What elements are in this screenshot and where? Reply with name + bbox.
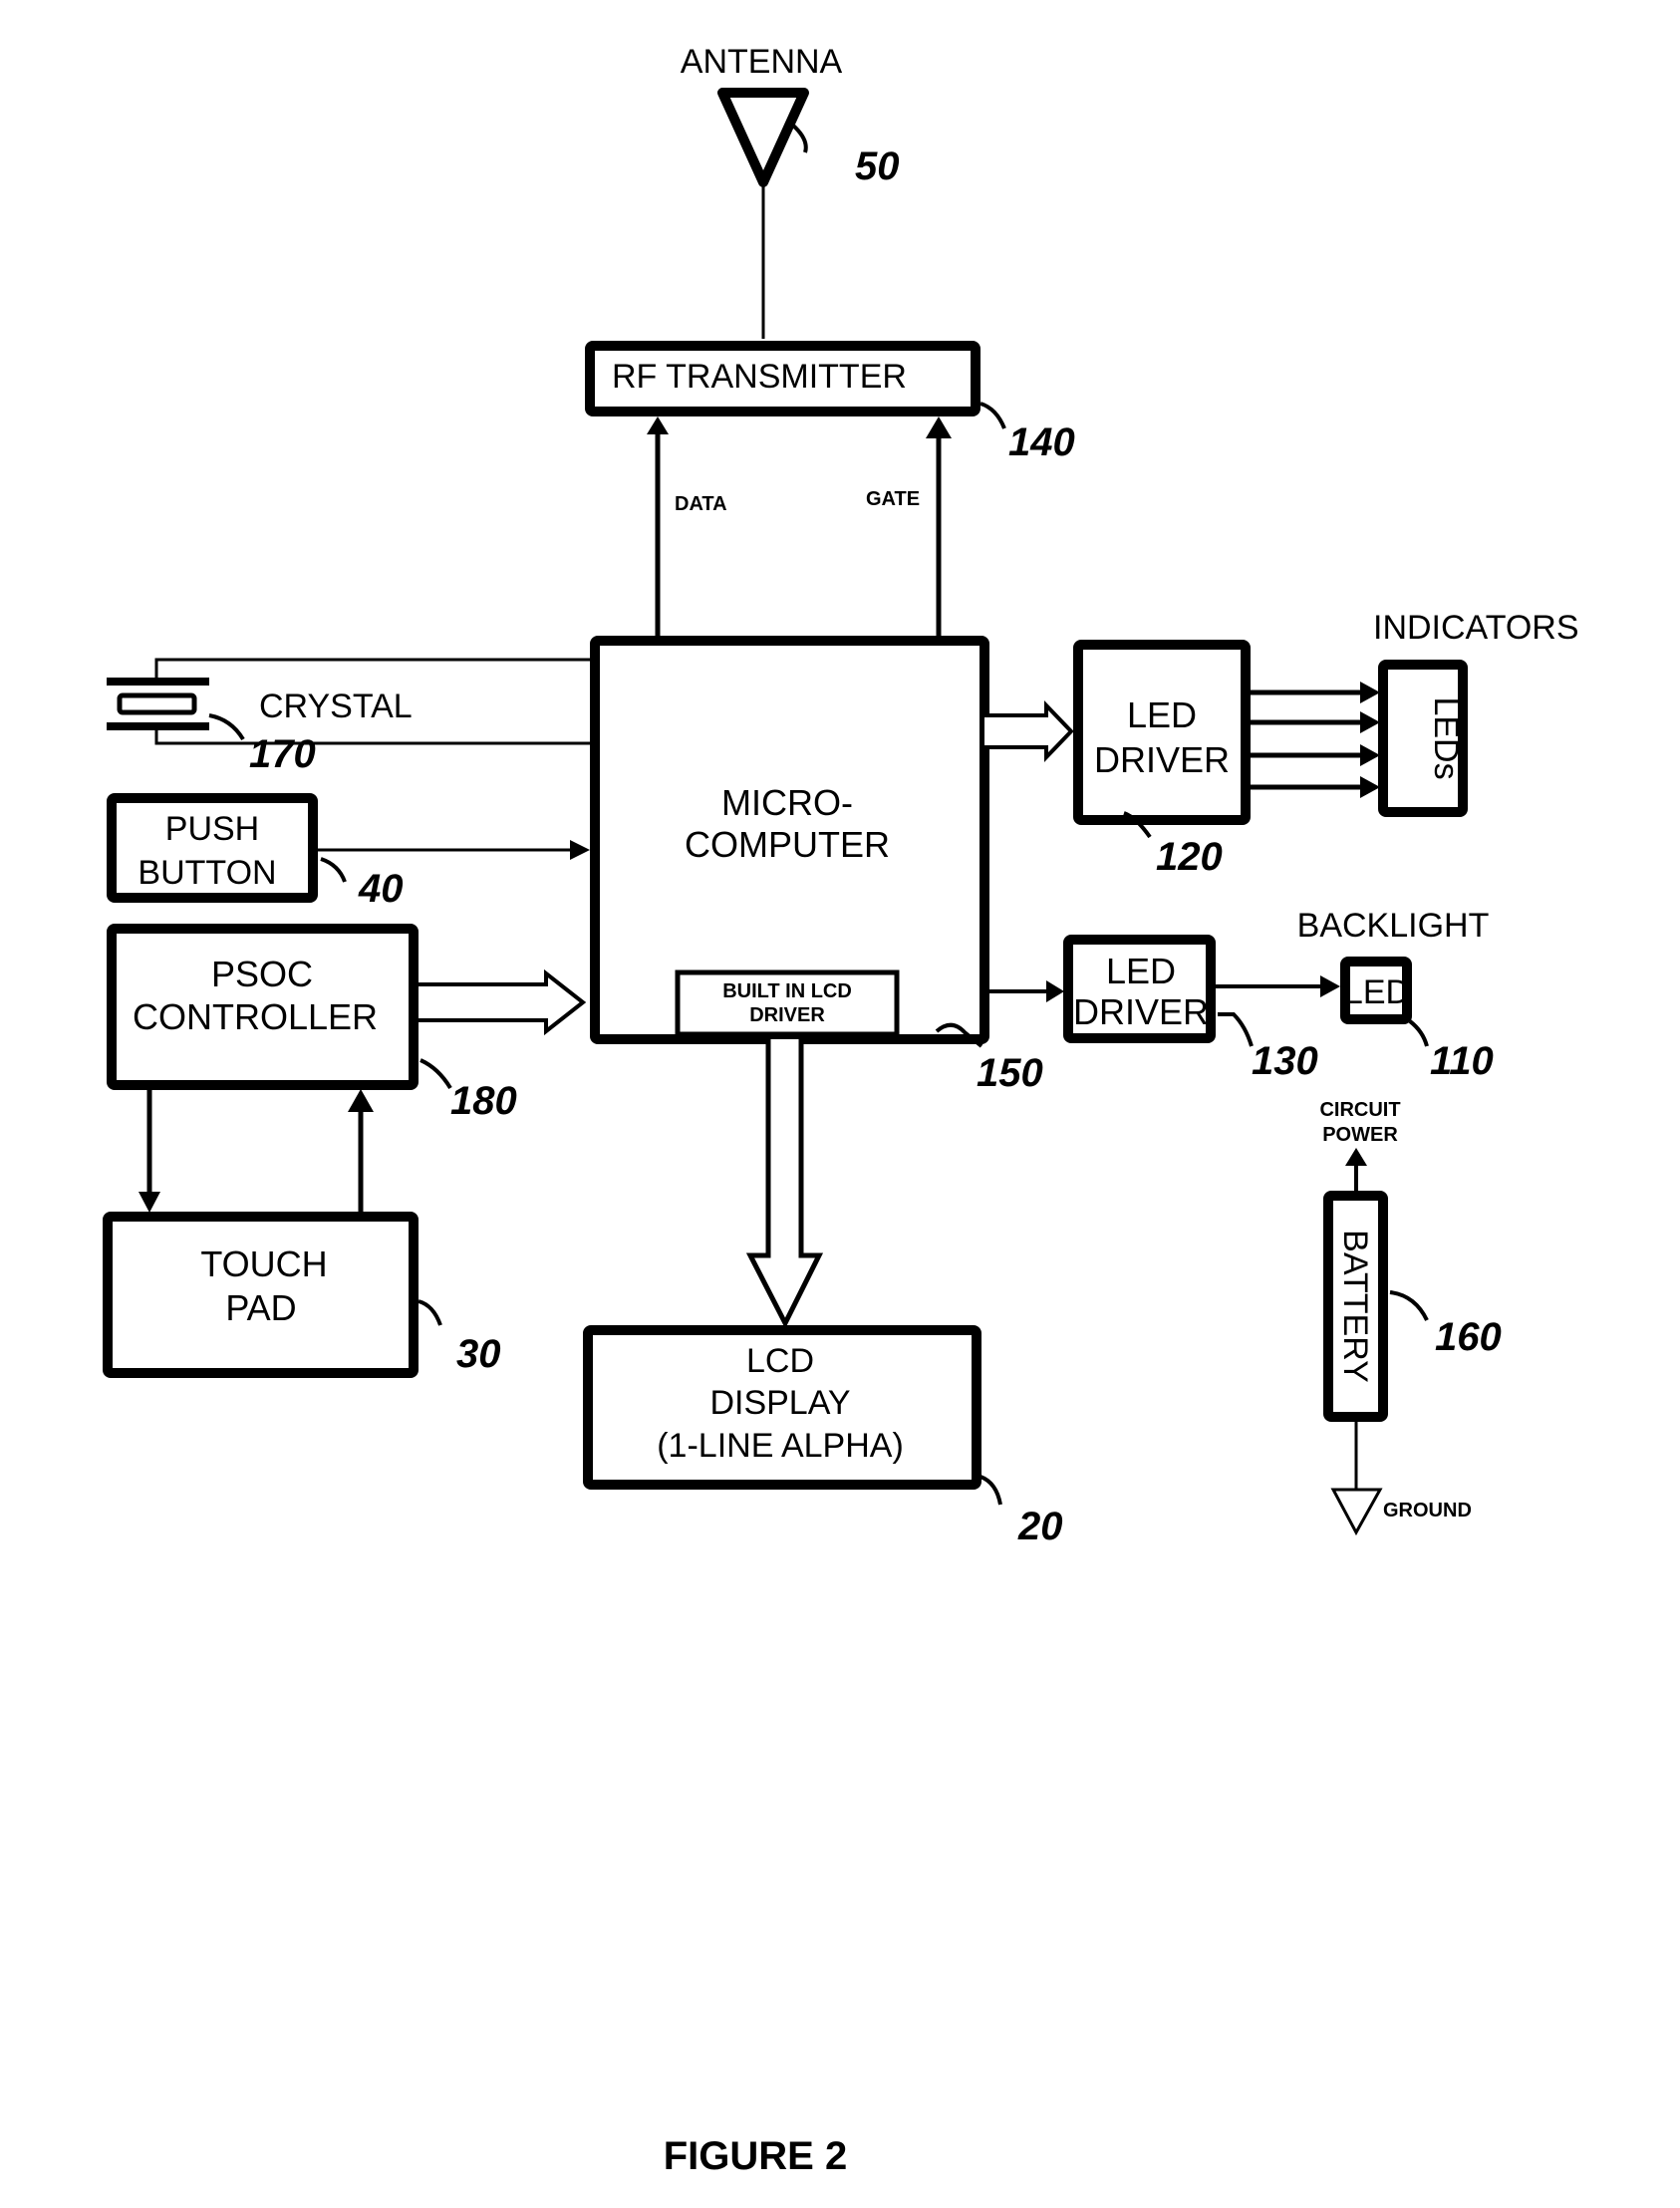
led-driver-2-ref: 130: [1252, 1039, 1318, 1083]
gate-signal-label: GATE: [866, 488, 920, 510]
circuit-power-line1: CIRCUIT: [1319, 1099, 1400, 1121]
crystal-label: CRYSTAL: [259, 688, 413, 725]
crystal-plate-top: [107, 678, 209, 686]
microcomputer-line1: MICRO-: [721, 782, 853, 823]
antenna-leader: [790, 123, 808, 153]
psoc-touchpad-links: [139, 1089, 374, 1213]
psoc-bus-arrow: [419, 968, 587, 1036]
lcd-display-ref: 20: [1017, 1505, 1063, 1548]
touch-pad-line2: PAD: [225, 1287, 296, 1328]
led-driver-1-line1: LED: [1127, 694, 1197, 735]
backlight-ref: 110: [1430, 1039, 1494, 1083]
lcd-display-line2: DISPLAY: [709, 1384, 850, 1422]
antenna-icon: [717, 88, 809, 187]
led-driver-2-line1: LED: [1106, 951, 1176, 991]
lcd-bus-arrow: [745, 1039, 824, 1329]
touch-pad: TOUCH PAD 30: [103, 1212, 501, 1378]
led-driver-bus-arrow: [984, 700, 1074, 762]
ground-label: GROUND: [1383, 1500, 1472, 1521]
data-signal: DATA: [647, 416, 727, 636]
gate-signal: GATE: [866, 416, 952, 636]
microcomputer-ref: 150: [977, 1051, 1043, 1095]
push-button-line1: PUSH: [165, 810, 259, 848]
rf-transmitter-ref: 140: [1008, 420, 1075, 464]
circuit-power-arrow-icon: [1345, 1148, 1367, 1166]
push-button: PUSH BUTTON 40: [107, 793, 590, 911]
block-diagram: ANTENNA 50 RF TRANSMITTER 140 DATA GATE …: [103, 43, 1579, 2178]
data-signal-label: DATA: [675, 493, 727, 515]
touch-pad-ref: 30: [456, 1332, 501, 1376]
led-driver-2-line2: DRIVER: [1073, 991, 1209, 1032]
indicators-title: INDICATORS: [1373, 609, 1579, 647]
psoc-line2: CONTROLLER: [133, 996, 378, 1037]
psoc-controller: PSOC CONTROLLER 180: [107, 924, 587, 1123]
ground-icon: [1330, 1488, 1383, 1536]
battery-ref: 160: [1435, 1315, 1502, 1359]
figure-caption: FIGURE 2: [664, 2134, 847, 2178]
indicator-lines: [1251, 682, 1380, 798]
crystal-plate-bottom: [107, 722, 209, 730]
microcomputer: MICRO- COMPUTER BUILT IN LCD DRIVER 150: [590, 636, 1043, 1095]
led-driver-1-line2: DRIVER: [1094, 739, 1230, 780]
led-driver-1: LED DRIVER 120: [1073, 640, 1251, 879]
led-driver-2: LED DRIVER 130: [1063, 935, 1340, 1083]
battery-label: BATTERY: [1336, 1230, 1374, 1383]
psoc-ref: 180: [450, 1079, 517, 1123]
antenna-label: ANTENNA: [681, 43, 843, 81]
indicator-leds: INDICATORS LEDs: [1373, 609, 1579, 817]
antenna: ANTENNA 50: [681, 43, 900, 339]
push-button-line2: BUTTON: [138, 854, 276, 892]
rf-transmitter-label: RF TRANSMITTER: [612, 358, 907, 396]
lcd-driver-line2: DRIVER: [749, 1004, 825, 1026]
led-driver-1-ref: 120: [1156, 835, 1223, 879]
psoc-line1: PSOC: [211, 954, 313, 994]
circuit-power-line2: POWER: [1322, 1124, 1398, 1146]
backlight-led: BACKLIGHT LED 110: [1297, 907, 1494, 1083]
backlight-label: LED: [1344, 973, 1410, 1011]
battery: CIRCUIT POWER BATTERY 160 GROUND: [1319, 1099, 1502, 1536]
lcd-display: LCD DISPLAY (1-LINE ALPHA) 20: [583, 1325, 1063, 1548]
crystal: CRYSTAL 170: [107, 658, 595, 776]
rf-leader: [980, 402, 1006, 429]
backlight-title: BACKLIGHT: [1297, 907, 1490, 945]
crystal-ref: 170: [249, 732, 316, 776]
rf-transmitter: RF TRANSMITTER 140: [585, 341, 1075, 464]
lcd-display-line3: (1-LINE ALPHA): [657, 1427, 904, 1465]
lcd-display-line1: LCD: [746, 1342, 814, 1380]
lcd-driver-line1: BUILT IN LCD: [722, 980, 852, 1002]
crystal-icon: [117, 692, 197, 715]
touch-pad-line1: TOUCH: [200, 1243, 327, 1284]
microcomputer-line2: COMPUTER: [685, 824, 890, 865]
antenna-ref: 50: [855, 144, 900, 188]
indicators-label: LEDs: [1427, 696, 1465, 779]
push-button-ref: 40: [358, 867, 404, 911]
